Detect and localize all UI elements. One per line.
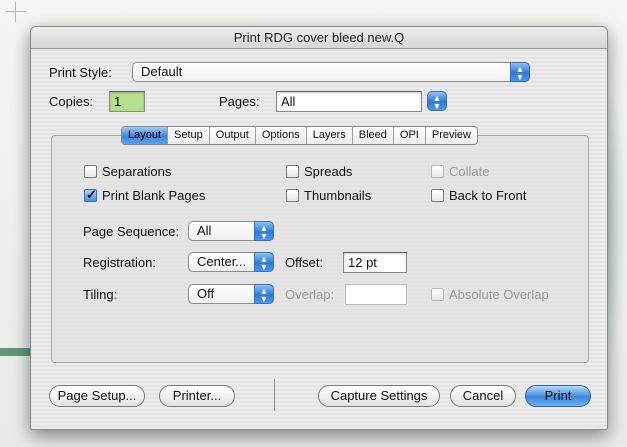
tab-layers[interactable]: Layers <box>307 127 353 144</box>
print-style-label: Print Style: <box>49 65 112 80</box>
print-style-popup[interactable]: Default ▲ ▼ <box>132 62 530 82</box>
page-setup-button[interactable]: Page Setup... <box>49 385 145 407</box>
printer-button[interactable]: Printer... <box>159 385 235 407</box>
thumbnails-checkbox[interactable]: Thumbnails <box>286 188 371 203</box>
overlap-field <box>345 284 407 305</box>
pages-label: Pages: <box>219 94 260 109</box>
pages-menu-icon[interactable]: ▲ ▼ <box>427 91 447 111</box>
tiling-label: Tiling: <box>83 287 118 302</box>
page-sequence-label: Page Sequence: <box>83 224 180 239</box>
checkbox-icon <box>84 165 97 178</box>
collate-checkbox: Collate <box>431 164 489 179</box>
pages-field[interactable]: All <box>276 91 422 112</box>
popup-arrows-icon: ▲ ▼ <box>254 252 274 272</box>
collate-label: Collate <box>449 164 490 179</box>
spreads-label: Spreads <box>304 164 353 179</box>
back-to-front-checkbox[interactable]: Back to Front <box>431 188 526 203</box>
popup-arrows-icon: ▲ ▼ <box>254 284 274 304</box>
cancel-button[interactable]: Cancel <box>450 385 516 407</box>
copies-label: Copies: <box>49 94 94 109</box>
checkmark-icon <box>84 187 97 203</box>
separations-checkbox[interactable]: Separations <box>84 164 171 179</box>
copies-field[interactable]: 1 <box>109 91 145 112</box>
popup-arrows-icon: ▲ ▼ <box>254 221 274 241</box>
absolute-overlap-label: Absolute Overlap <box>449 287 549 302</box>
print-blank-pages-checkbox[interactable]: Print Blank Pages <box>84 187 206 203</box>
spreads-checkbox[interactable]: Spreads <box>286 164 352 179</box>
overlap-label: Overlap: <box>285 287 335 302</box>
tab-bleed[interactable]: Bleed <box>353 127 394 144</box>
registration-label: Registration: <box>83 255 156 270</box>
checkbox-icon <box>286 165 299 178</box>
tab-preview[interactable]: Preview <box>426 127 477 144</box>
absolute-overlap-checkbox: Absolute Overlap <box>431 287 549 302</box>
thumbnails-label: Thumbnails <box>304 188 372 203</box>
tiling-value: Off <box>197 286 215 301</box>
divider <box>274 379 275 411</box>
tab-bar: Layout Setup Output Options Layers Bleed… <box>121 126 478 145</box>
checkbox-icon <box>431 165 444 178</box>
print-style-value: Default <box>141 64 183 79</box>
registration-value: Center... <box>197 254 247 269</box>
capture-settings-button[interactable]: Capture Settings <box>318 385 440 407</box>
registration-popup[interactable]: Center... ▲ ▼ <box>188 252 274 272</box>
checkbox-icon <box>431 288 444 301</box>
checkbox-icon <box>431 189 444 202</box>
page-sequence-popup[interactable]: All ▲ ▼ <box>188 221 274 241</box>
print-button[interactable]: Print <box>525 385 591 407</box>
checkbox-icon <box>286 189 299 202</box>
back-to-front-label: Back to Front <box>449 188 527 203</box>
separations-label: Separations <box>102 164 172 179</box>
window-title: Print RDG cover bleed new.Q <box>31 27 607 49</box>
tab-output[interactable]: Output <box>210 127 256 144</box>
crosshair-icon <box>6 2 26 22</box>
tab-setup[interactable]: Setup <box>168 127 210 144</box>
offset-field[interactable]: 12 pt <box>343 252 407 273</box>
popup-arrows-icon: ▲ ▼ <box>510 62 530 82</box>
tab-layout[interactable]: Layout <box>122 127 169 144</box>
page-sequence-value: All <box>197 223 212 238</box>
tab-opi[interactable]: OPI <box>394 127 426 144</box>
print-blank-pages-label: Print Blank Pages <box>102 188 206 203</box>
tab-options[interactable]: Options <box>256 127 307 144</box>
tiling-popup[interactable]: Off ▲ ▼ <box>188 284 274 304</box>
print-dialog: Print RDG cover bleed new.Q Print Style:… <box>30 26 608 430</box>
offset-label: Offset: <box>285 255 324 270</box>
